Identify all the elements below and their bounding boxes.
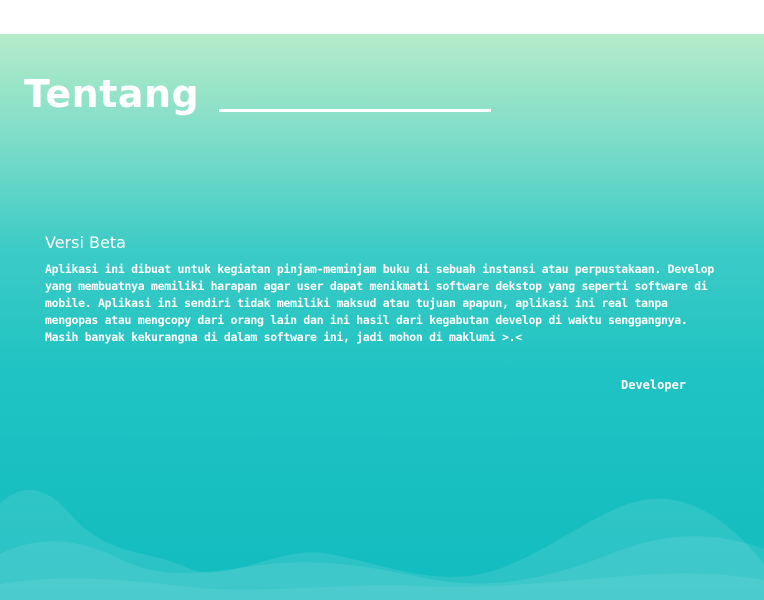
title-underline: [219, 109, 492, 112]
page-title: Tentang: [24, 72, 200, 116]
developer-signature: Developer: [621, 378, 687, 392]
window-top-bar: [0, 0, 764, 34]
description-text: Aplikasi ini dibuat untuk kegiatan pinja…: [45, 262, 714, 344]
version-label: Versi Beta: [45, 233, 126, 252]
about-panel: Tentang Versi Beta Aplikasi ini dibuat u…: [0, 34, 764, 600]
title-row: Tentang: [24, 72, 492, 116]
decorative-waves: [0, 490, 764, 600]
about-window: Tentang Versi Beta Aplikasi ini dibuat u…: [0, 0, 764, 600]
